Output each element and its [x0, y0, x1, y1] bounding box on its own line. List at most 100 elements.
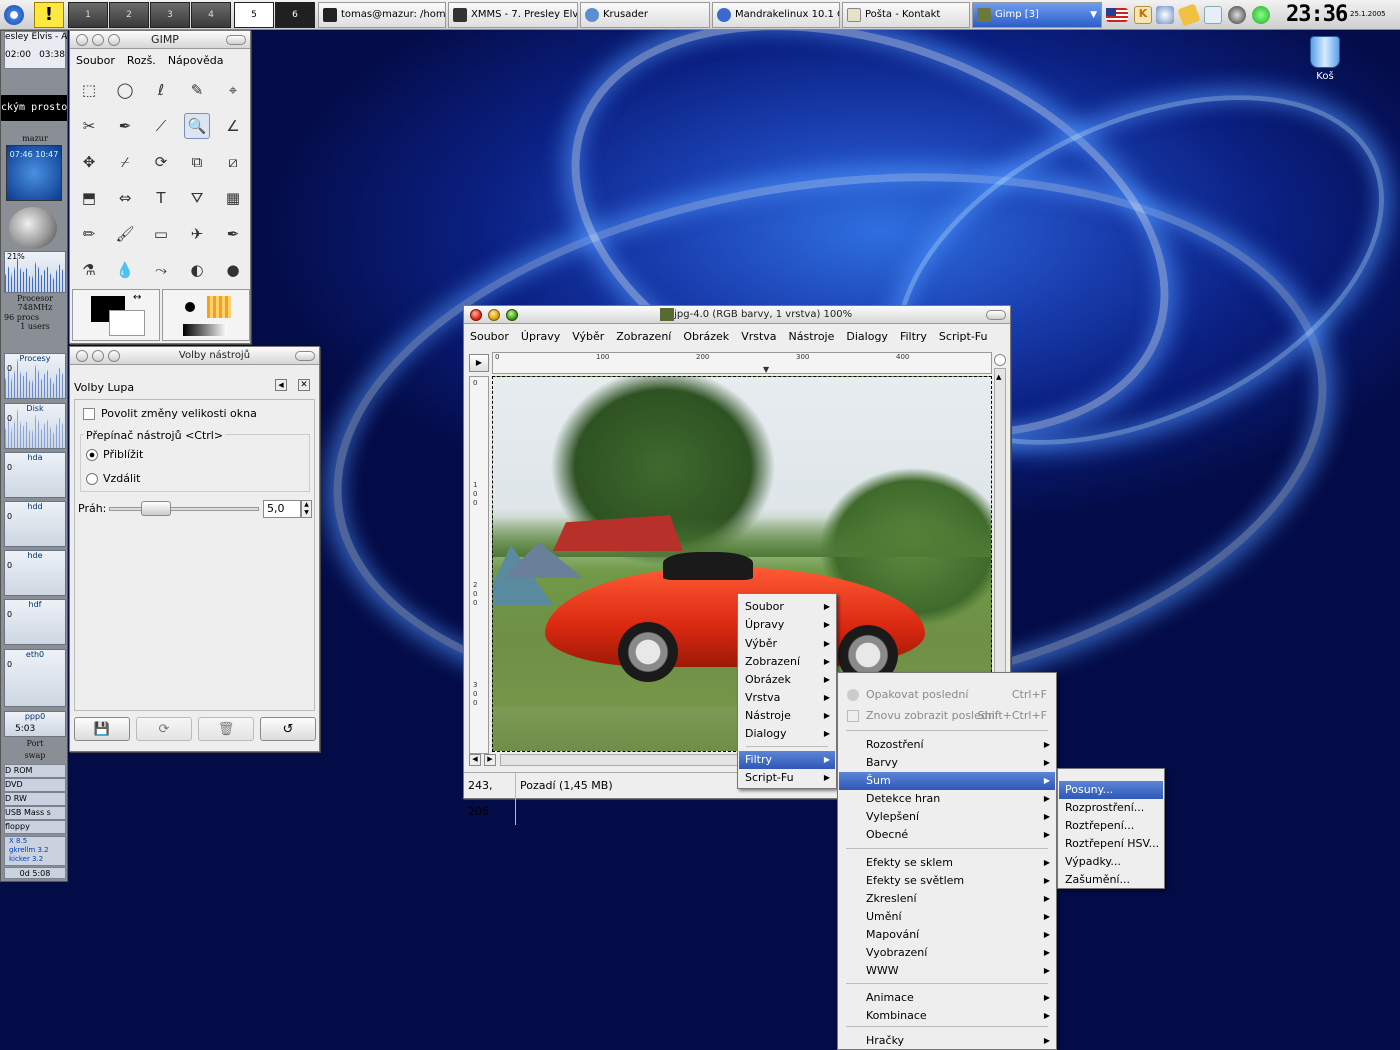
tool-bucket-fill-icon[interactable]: ⛛	[184, 185, 210, 211]
task-browser[interactable]: Mandrakelinux 10.1 C	[712, 2, 840, 28]
noise-item-posuny[interactable]: Posuny...	[1059, 781, 1163, 799]
context-item-dialogy[interactable]: Dialogy ▶	[739, 725, 835, 743]
tool-pencil-icon[interactable]: ✏	[76, 221, 102, 247]
image-titlebar[interactable]: l5.jpg-4.0 (RGB barvy, 1 vrstva) 100%	[464, 306, 1010, 324]
tool-smudge-icon[interactable]: ◐	[184, 257, 210, 283]
tool-perspective-icon[interactable]: ⬒	[76, 185, 102, 211]
update-icon[interactable]	[1204, 6, 1222, 24]
tool-dodge-icon[interactable]: ●	[220, 257, 246, 283]
gradient-icon[interactable]	[183, 324, 227, 336]
klipper-icon[interactable]: K	[1134, 6, 1152, 24]
pager-desktop-2[interactable]: 2	[109, 2, 149, 28]
warning-icon[interactable]: !	[34, 2, 64, 28]
menu-vrstva[interactable]: Vrstva	[741, 330, 776, 343]
toolbox-titlebar[interactable]: GIMP	[70, 31, 250, 49]
noise-item-vypadky[interactable]: Výpadky...	[1059, 853, 1163, 871]
quickmask-menu-button[interactable]: ▶	[469, 354, 489, 372]
context-item-vyber[interactable]: Výběr ▶	[739, 635, 835, 653]
tool-blend-icon[interactable]: ▦	[220, 185, 246, 211]
menu-filtry[interactable]: Filtry	[900, 330, 927, 343]
close-icon[interactable]: ✕	[298, 379, 310, 391]
menu-dialogy[interactable]: Dialogy	[846, 330, 888, 343]
reshow-last-item[interactable]: Znovu zobrazit poslední Shift+Ctrl+F	[839, 707, 1055, 725]
filter-item[interactable]: Mapování ▶	[839, 926, 1055, 944]
tool-text-icon[interactable]: T	[148, 185, 174, 211]
clock[interactable]: 23:36	[1286, 2, 1348, 28]
shade-button[interactable]	[295, 351, 315, 361]
maximize-button[interactable]	[108, 350, 120, 362]
menu-arrow-icon[interactable]: ◀	[275, 379, 287, 391]
menu-upravy[interactable]: Úpravy	[521, 330, 560, 343]
pager-desktop-4[interactable]: 4	[191, 2, 231, 28]
close-button[interactable]	[76, 350, 88, 362]
menu-soubor[interactable]: Soubor	[76, 54, 115, 67]
speaker-icon[interactable]	[1156, 6, 1174, 24]
tool-rotate-icon[interactable]: ⟳	[148, 149, 174, 175]
zoom-in-radio[interactable]	[86, 449, 98, 461]
menu-script-fu[interactable]: Script-Fu	[939, 330, 988, 343]
download-icon[interactable]	[1228, 6, 1246, 24]
allow-resize-checkbox[interactable]	[83, 408, 95, 420]
filter-item[interactable]: Detekce hran ▶	[839, 790, 1055, 808]
filter-item[interactable]: Vylepšení ▶	[839, 808, 1055, 826]
tool-scale-icon[interactable]: ⧉	[184, 149, 210, 175]
task-terminal[interactable]: tomas@mazur: /home	[318, 2, 446, 28]
threshold-spinner[interactable]: ▲ ▼	[301, 500, 312, 518]
noise-item-rozprostreni[interactable]: Rozprostření...	[1059, 799, 1163, 817]
tool-crop-icon[interactable]: ⌿	[112, 149, 138, 175]
context-item-filtry[interactable]: Filtry ▶	[739, 751, 835, 769]
task-kontact[interactable]: Pošta - Kontakt	[842, 2, 970, 28]
context-item-soubor[interactable]: Soubor ▶	[739, 598, 835, 616]
tool-eraser-icon[interactable]: ▭	[148, 221, 174, 247]
filter-item[interactable]: Kombinace ▶	[839, 1007, 1055, 1025]
context-item-nastroje[interactable]: Nástroje ▶	[739, 707, 835, 725]
us-flag-icon[interactable]	[1106, 8, 1128, 22]
minimize-button[interactable]	[488, 309, 500, 321]
clover-icon[interactable]	[1252, 6, 1270, 24]
filter-item[interactable]: Rozostření ▶	[839, 736, 1055, 754]
delete-options-button[interactable]: 🗑	[198, 717, 254, 741]
reset-options-button[interactable]: ↺	[260, 717, 316, 741]
filter-item[interactable]: WWW ▶	[839, 962, 1055, 980]
navigate-button[interactable]	[994, 354, 1006, 366]
menu-zobrazeni[interactable]: Zobrazení	[616, 330, 671, 343]
shade-button[interactable]	[226, 35, 246, 45]
noise-item-zasumeni[interactable]: Zašumění...	[1059, 871, 1163, 889]
mount-usb[interactable]: USB Mass s	[4, 806, 66, 820]
tool-options-titlebar[interactable]: Volby nástrojů	[70, 347, 319, 365]
tool-ink-icon[interactable]: ✒	[220, 221, 246, 247]
pattern-icon[interactable]	[207, 296, 231, 318]
minimize-button[interactable]	[92, 34, 104, 46]
filter-item[interactable]: Efekty se sklem ▶	[839, 854, 1055, 872]
threshold-slider[interactable]	[109, 507, 259, 511]
tool-scissors-icon[interactable]: ✂	[76, 113, 102, 139]
filter-item[interactable]: Vyobrazení ▶	[839, 944, 1055, 962]
filter-item[interactable]: Efekty se světlem ▶	[839, 872, 1055, 890]
filter-item[interactable]: Barvy ▶	[839, 754, 1055, 772]
context-item-script-fu[interactable]: Script-Fu ▶	[739, 769, 835, 787]
filter-item[interactable]: Obecné ▶	[839, 826, 1055, 844]
tool-ellipse-select-icon[interactable]: ◯	[112, 77, 138, 103]
filter-item[interactable]: Animace ▶	[839, 989, 1055, 1007]
tool-measure-icon[interactable]: ∠	[220, 113, 246, 139]
tool-clone-icon[interactable]: ⚗	[76, 257, 102, 283]
tool-airbrush-icon[interactable]: ✈	[184, 221, 210, 247]
menu-obrazek[interactable]: Obrázek	[683, 330, 729, 343]
context-item-upravy[interactable]: Úpravy ▶	[739, 616, 835, 634]
close-button[interactable]	[76, 34, 88, 46]
threshold-slider-handle[interactable]	[141, 501, 171, 516]
tool-rect-select-icon[interactable]: ⬚	[76, 77, 102, 103]
context-item-vrstva[interactable]: Vrstva ▶	[739, 689, 835, 707]
brush-icon[interactable]	[185, 302, 195, 312]
menu-rozs[interactable]: Rozš.	[127, 54, 156, 67]
maximize-button[interactable]	[108, 34, 120, 46]
filter-item[interactable]: Hračky ▶	[839, 1032, 1055, 1050]
scroll-right-icon[interactable]: ▶	[484, 754, 496, 766]
repeat-last-item[interactable]: Opakovat poslední Ctrl+F	[839, 686, 1055, 704]
tool-shear-icon[interactable]: ⧄	[220, 149, 246, 175]
tool-magnify-icon[interactable]: 🔍	[184, 113, 210, 139]
menu-napoveda[interactable]: Nápověda	[168, 54, 224, 67]
context-item-zobrazeni[interactable]: Zobrazení ▶	[739, 653, 835, 671]
close-button[interactable]	[470, 309, 482, 321]
tool-dodge-burn-icon[interactable]: ⤳	[148, 257, 174, 283]
